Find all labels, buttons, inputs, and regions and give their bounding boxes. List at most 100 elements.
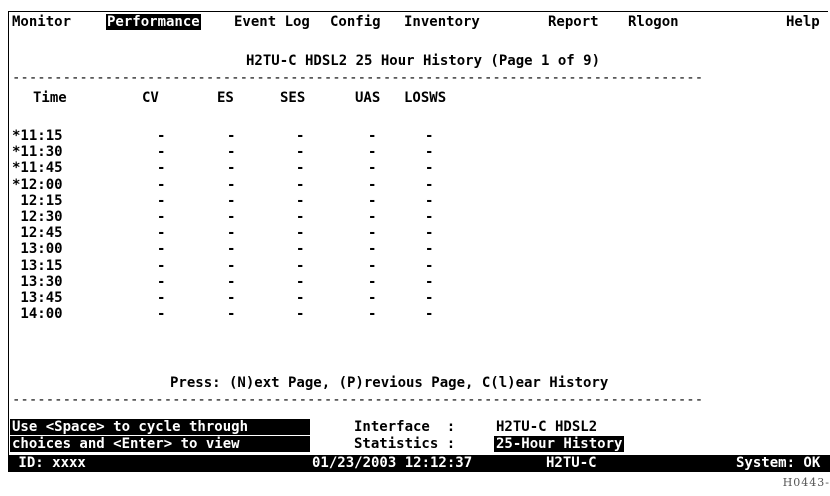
help-line-1: Use <Space> to cycle through (10, 419, 310, 435)
menu-monitor[interactable]: Monitor (12, 14, 71, 30)
cell-losws: - (425, 160, 434, 177)
cell-time: 13:15 (12, 257, 63, 274)
cell-es: - (227, 290, 236, 306)
cell-uas: - (368, 290, 377, 306)
status-unit: H2TU-C (546, 455, 597, 471)
cell-es: - (227, 192, 236, 209)
menu-report[interactable]: Report (548, 14, 599, 30)
cell-time: 12:45 (12, 225, 63, 242)
cell-es: - (227, 257, 236, 274)
status-datetime: 01/23/2003 12:12:37 (312, 455, 473, 471)
cell-uas: - (368, 128, 377, 144)
cell-uas: - (368, 306, 377, 323)
top-border (8, 11, 828, 12)
cell-ses: - (296, 306, 305, 323)
cell-uas: - (368, 273, 377, 290)
cell-es: - (227, 273, 236, 290)
cell-es: - (227, 160, 236, 177)
cell-time: 14:00 (12, 306, 63, 323)
cell-losws: - (425, 257, 434, 274)
cell-ses: - (296, 144, 305, 161)
col-cv: CV (142, 90, 159, 106)
press-hint: Press: (N)ext Page, (P)revious Page, C(l… (170, 375, 609, 391)
cell-uas: - (368, 225, 377, 242)
cell-time: *11:15 (12, 128, 63, 144)
cell-ses: - (296, 160, 305, 177)
cell-cv: - (157, 176, 166, 193)
cell-time: 13:45 (12, 290, 63, 306)
separator-bottom: ----------------------------------------… (12, 392, 704, 408)
cell-ses: - (296, 225, 305, 242)
cell-es: - (227, 209, 236, 225)
cell-cv: - (157, 144, 166, 161)
statistics-value[interactable]: 25-Hour History (494, 436, 625, 452)
col-losws: LOSWS (404, 90, 447, 106)
cell-es: - (227, 225, 236, 242)
col-uas: UAS (355, 90, 381, 106)
cell-cv: - (157, 257, 166, 274)
page-title: H2TU-C HDSL2 25 Hour History (Page 1 of … (246, 53, 601, 69)
status-id: ID: xxxx (10, 455, 86, 471)
statistics-label: Statistics : (354, 436, 456, 452)
menu-event-log[interactable]: Event Log (234, 14, 310, 30)
col-es: ES (217, 90, 234, 106)
cell-ses: - (296, 128, 305, 144)
menu-performance-label: Performance (106, 14, 201, 30)
status-system: System: OK (736, 455, 821, 471)
cell-es: - (227, 128, 236, 144)
interface-label: Interface : (354, 419, 456, 435)
cell-uas: - (368, 144, 377, 161)
cell-cv: - (157, 209, 166, 225)
left-border (8, 12, 9, 472)
cell-losws: - (425, 273, 434, 290)
cell-cv: - (157, 290, 166, 306)
cell-losws: - (425, 290, 434, 306)
cell-es: - (227, 241, 236, 258)
menu-help[interactable]: Help (786, 14, 820, 30)
cell-uas: - (368, 160, 377, 177)
cell-ses: - (296, 241, 305, 258)
separator-top: ----------------------------------------… (12, 70, 704, 86)
menu-rlogon[interactable]: Rlogon (628, 14, 679, 30)
col-ses: SES (280, 90, 306, 106)
cell-time: 13:00 (12, 241, 63, 258)
cell-cv: - (157, 160, 166, 177)
cell-cv: - (157, 306, 166, 323)
cell-losws: - (425, 192, 434, 209)
cell-ses: - (296, 209, 305, 225)
cell-time: 12:15 (12, 192, 63, 209)
cell-cv: - (157, 192, 166, 209)
cell-cv: - (157, 273, 166, 290)
cell-time: 13:30 (12, 273, 63, 290)
cell-uas: - (368, 241, 377, 258)
interface-value[interactable]: H2TU-C HDSL2 (496, 419, 597, 435)
cell-cv: - (157, 225, 166, 242)
col-time: Time (33, 90, 67, 106)
cell-time: 12:30 (12, 209, 63, 225)
cell-ses: - (296, 257, 305, 274)
cell-losws: - (425, 128, 434, 144)
cell-ses: - (296, 176, 305, 193)
cell-losws: - (425, 225, 434, 242)
cell-time: *12:00 (12, 176, 63, 193)
cell-uas: - (368, 176, 377, 193)
cell-losws: - (425, 306, 434, 323)
cell-cv: - (157, 128, 166, 144)
cell-ses: - (296, 273, 305, 290)
menu-inventory[interactable]: Inventory (404, 14, 480, 30)
cell-uas: - (368, 192, 377, 209)
cell-uas: - (368, 209, 377, 225)
cell-ses: - (296, 290, 305, 306)
cell-cv: - (157, 241, 166, 258)
cell-losws: - (425, 209, 434, 225)
cell-losws: - (425, 241, 434, 258)
cell-ses: - (296, 192, 305, 209)
figure-code: H0443- (782, 476, 830, 489)
menu-config[interactable]: Config (330, 14, 381, 30)
menu-performance[interactable]: Performance (106, 14, 201, 30)
cell-es: - (227, 306, 236, 323)
cell-es: - (227, 144, 236, 161)
cell-time: *11:45 (12, 160, 63, 177)
cell-time: *11:30 (12, 144, 63, 161)
cell-losws: - (425, 144, 434, 161)
